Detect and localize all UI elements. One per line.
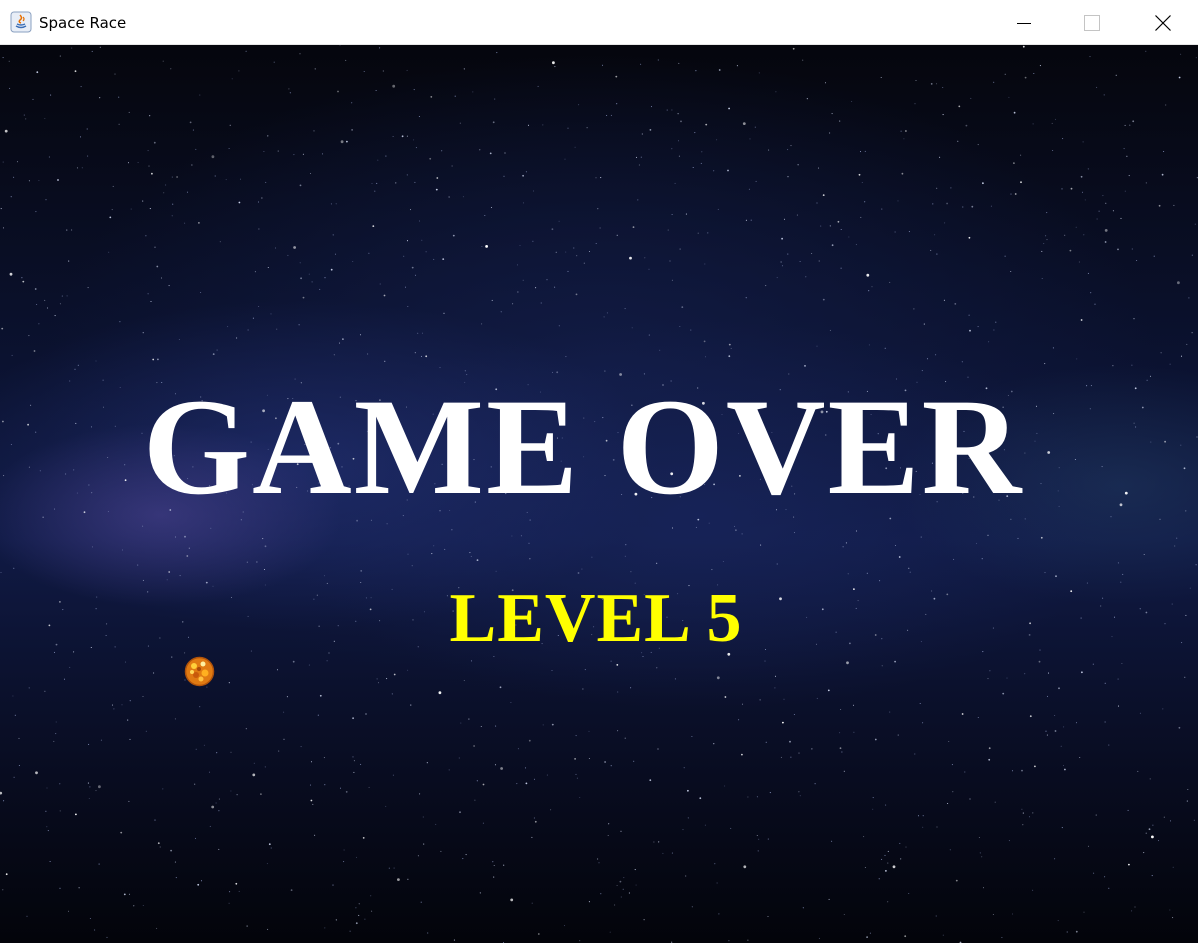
- window-title: Space Race: [39, 14, 127, 32]
- title-bar: Space Race: [0, 0, 1198, 45]
- game-over-text: GAME OVER: [142, 370, 1024, 523]
- minimize-icon: [1017, 22, 1031, 24]
- minimize-button[interactable]: [990, 0, 1058, 45]
- game-canvas[interactable]: GAME OVER LEVEL 5: [0, 45, 1198, 943]
- asteroid-icon: [184, 656, 215, 687]
- java-icon[interactable]: [10, 11, 32, 33]
- close-icon: [1155, 14, 1171, 31]
- maximize-icon: [1084, 14, 1100, 31]
- maximize-button[interactable]: [1058, 0, 1126, 45]
- level-text: LEVEL 5: [449, 580, 743, 657]
- close-button[interactable]: [1128, 0, 1198, 45]
